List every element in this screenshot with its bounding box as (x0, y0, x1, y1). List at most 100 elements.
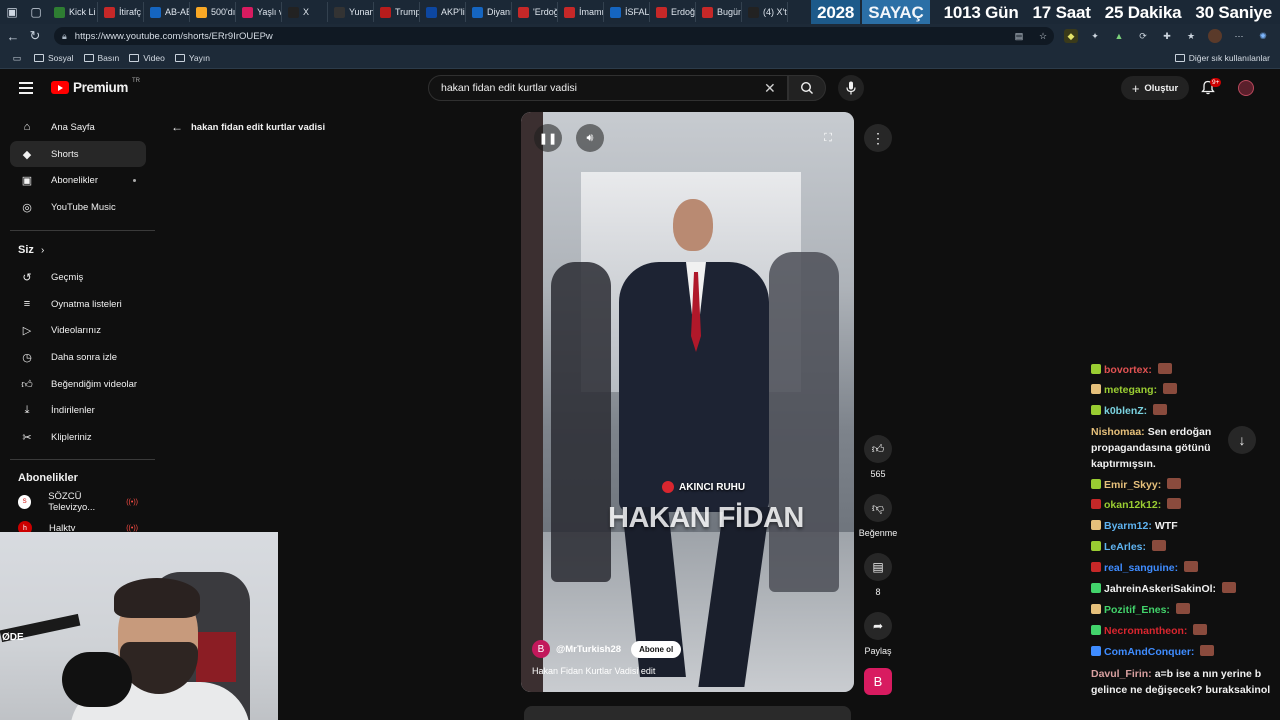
sidebar-item-home[interactable]: ⌂ Ana Sayfa (10, 114, 146, 140)
puzzle-icon[interactable]: ✚ (1160, 29, 1174, 43)
chat-username[interactable]: metegang: (1104, 384, 1157, 396)
sidebar-toggle-icon[interactable]: ▭ (10, 51, 24, 65)
browser-tab[interactable]: İtirafç (98, 2, 144, 22)
sidebar-item-shorts[interactable]: ◆ Shorts (10, 141, 146, 167)
like-button[interactable]: 👍︎ (864, 435, 892, 463)
chat-message: okan12k12: (1091, 497, 1276, 513)
pause-button[interactable]: ❚❚ (534, 124, 562, 152)
browser-tab[interactable]: Yaşlı vı (236, 2, 282, 22)
avatar[interactable] (1238, 80, 1254, 96)
menu-icon[interactable] (19, 82, 33, 97)
chat-username[interactable]: Nishomaa: (1091, 426, 1145, 438)
home-icon: ⌂ (23, 121, 31, 133)
browser-tab[interactable]: Bugün (696, 2, 742, 22)
favorites-icon[interactable]: ★ (1184, 29, 1198, 43)
search-input[interactable]: hakan fidan edit kurtlar vadisi (428, 75, 788, 101)
extension-icon[interactable]: ✦ (1088, 29, 1102, 43)
browser-tab[interactable]: 500'dı (190, 2, 236, 22)
chat-username[interactable]: ComAndConquer: (1104, 646, 1194, 658)
browser-tab[interactable]: Erdoğ (650, 2, 696, 22)
chat-username[interactable]: k0blenZ: (1104, 405, 1147, 417)
sidebar-item-liked[interactable]: 👍︎ Beğendiğim videolar (10, 371, 146, 397)
channel-thumbnail[interactable]: B (864, 668, 892, 695)
chat-badge-icon (1091, 541, 1101, 551)
more-options-button[interactable]: ⋮ (864, 124, 892, 152)
browser-tab[interactable]: (4) X't (742, 2, 788, 22)
bookmark-folder[interactable]: Basın (83, 53, 119, 63)
fullscreen-button[interactable]: ⛶ (814, 124, 842, 152)
sidebar-item-history[interactable]: ↺ Geçmiş (10, 264, 146, 290)
extension-icon[interactable]: ▲ (1112, 29, 1126, 43)
browser-tab[interactable]: İSFALT (604, 2, 650, 22)
favicon-icon (472, 6, 483, 18)
browser-tab[interactable]: 'Erdoğ (512, 2, 558, 22)
browser-tab[interactable]: AB-AB (144, 2, 190, 22)
other-bookmarks[interactable]: Diğer sık kullanılanlar (1174, 53, 1270, 63)
search-button[interactable] (788, 75, 826, 101)
next-short-preview[interactable] (524, 706, 851, 720)
sidebar-item-music[interactable]: ◎ YouTube Music (10, 194, 146, 220)
browser-tab[interactable]: Yunan (328, 2, 374, 22)
extension-icon[interactable]: ◆ (1064, 29, 1078, 43)
extension-icon[interactable]: ⟳ (1136, 29, 1150, 43)
chat-username[interactable]: JahreinAskeriSakinOl: (1104, 583, 1216, 595)
new-content-dot (133, 178, 136, 182)
chat-username[interactable]: LeArles: (1104, 541, 1146, 553)
chat-username[interactable]: okan12k12: (1104, 499, 1161, 511)
clear-icon[interactable]: ✕ (764, 80, 776, 97)
browser-tab[interactable]: Kick Li (48, 2, 98, 22)
voice-search-button[interactable] (838, 75, 864, 101)
shorts-video-player[interactable] (521, 112, 854, 692)
emote-icon (1175, 603, 1190, 614)
workspaces-icon[interactable]: ▣ (0, 0, 24, 24)
browser-tab[interactable]: X (282, 2, 328, 22)
next-video-button[interactable]: ↓ (1228, 426, 1256, 454)
tab-actions-icon[interactable]: ▢ (24, 0, 48, 24)
browser-tab[interactable]: Diyanı (466, 2, 512, 22)
star-icon[interactable]: ☆ (1036, 29, 1050, 43)
bookmark-folder[interactable]: Video (129, 53, 165, 63)
profile-icon[interactable] (1208, 29, 1222, 43)
sidebar-item-your-videos[interactable]: ▷ Videolarınız (10, 317, 146, 343)
sidebar-item-playlists[interactable]: ≡ Oynatma listeleri (10, 291, 146, 317)
reader-icon[interactable]: ▤ (1012, 29, 1026, 43)
create-button[interactable]: + Oluştur (1121, 76, 1189, 100)
share-button[interactable]: ➦ (864, 612, 892, 640)
browser-tab[interactable]: İmamı (558, 2, 604, 22)
sidebar-item-watch-later[interactable]: ◷ Daha sonra izle (10, 344, 146, 370)
more-icon[interactable]: ⋯ (1232, 29, 1246, 43)
chat-username[interactable]: bovortex: (1104, 364, 1152, 376)
sidebar-sub-channel[interactable]: S SÖZCÜ Televizyo... ((•)) (10, 489, 146, 515)
bookmark-folder[interactable]: Sosyal (34, 53, 74, 63)
browser-tab[interactable]: Trump (374, 2, 420, 22)
back-to-search[interactable]: ← hakan fidan edit kurtlar vadisi (171, 120, 325, 134)
comments-button[interactable]: ▤ (864, 553, 892, 581)
dislike-button[interactable]: 👎︎ (864, 494, 892, 522)
video-caption[interactable]: Hakan Fidan Kurtlar Vadisi edit (532, 666, 655, 676)
back-arrow-icon[interactable]: ← (2, 25, 24, 47)
chat-username[interactable]: Emir_Skyy: (1104, 479, 1161, 491)
counter-days: 1013 Gün (943, 2, 1019, 22)
subscribe-button[interactable]: Abone ol (631, 640, 682, 658)
sidebar-item-subscriptions[interactable]: ▣ Abonelikler (10, 167, 146, 193)
bookmark-folder[interactable]: Yayın (174, 53, 210, 63)
chat-username[interactable]: Necromantheon: (1104, 625, 1187, 637)
counter-label: SAYAÇ (862, 0, 930, 25)
favicon-icon (610, 6, 621, 18)
sidebar-you-title[interactable]: Siz › (18, 244, 44, 256)
folder-icon (83, 54, 94, 62)
chat-username[interactable]: Pozitif_Enes: (1104, 604, 1170, 616)
sidebar-item-clips[interactable]: ✂ Klipleriniz (10, 424, 146, 450)
copilot-icon[interactable]: ✺ (1256, 29, 1270, 43)
channel-avatar[interactable]: B (532, 640, 550, 658)
chat-username[interactable]: real_sanguine: (1104, 562, 1178, 574)
chat-username[interactable]: Byarm12: (1104, 520, 1152, 532)
channel-name[interactable]: @MrTurkish28 (556, 644, 621, 655)
chat-username[interactable]: Davul_Firin: (1091, 668, 1152, 680)
browser-tab[interactable]: AKP'li (420, 2, 466, 22)
address-bar[interactable]: 🔒︎ https://www.youtube.com/shorts/ERr9Ir… (54, 27, 1054, 45)
volume-button[interactable]: 🔊︎ (576, 124, 604, 152)
youtube-logo[interactable]: Premium TR (51, 78, 140, 95)
reload-icon[interactable]: ↻ (24, 25, 46, 47)
sidebar-item-downloads[interactable]: ⤓ İndirilenler (10, 397, 146, 423)
